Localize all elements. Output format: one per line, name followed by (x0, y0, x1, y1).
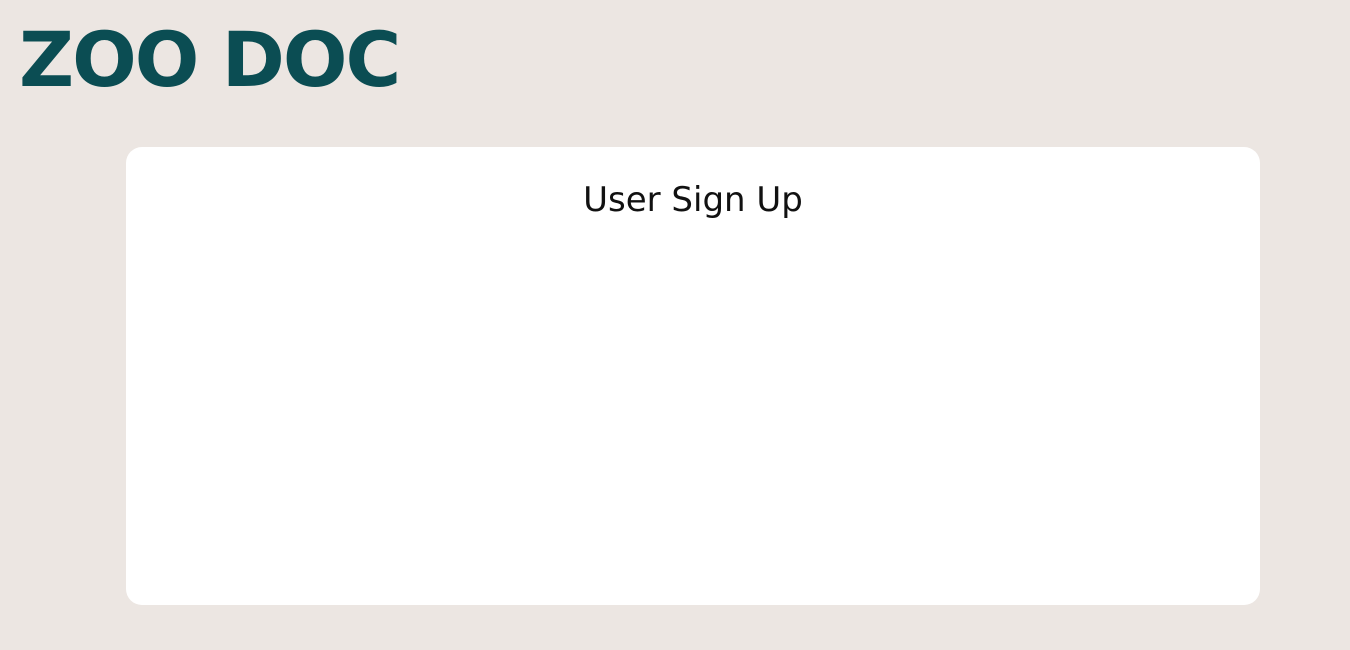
signup-title: User Sign Up (583, 180, 803, 220)
brand-logo: ZOO DOC (19, 15, 401, 104)
signup-card: User Sign Up (126, 147, 1260, 605)
signup-form-area (166, 247, 1220, 575)
